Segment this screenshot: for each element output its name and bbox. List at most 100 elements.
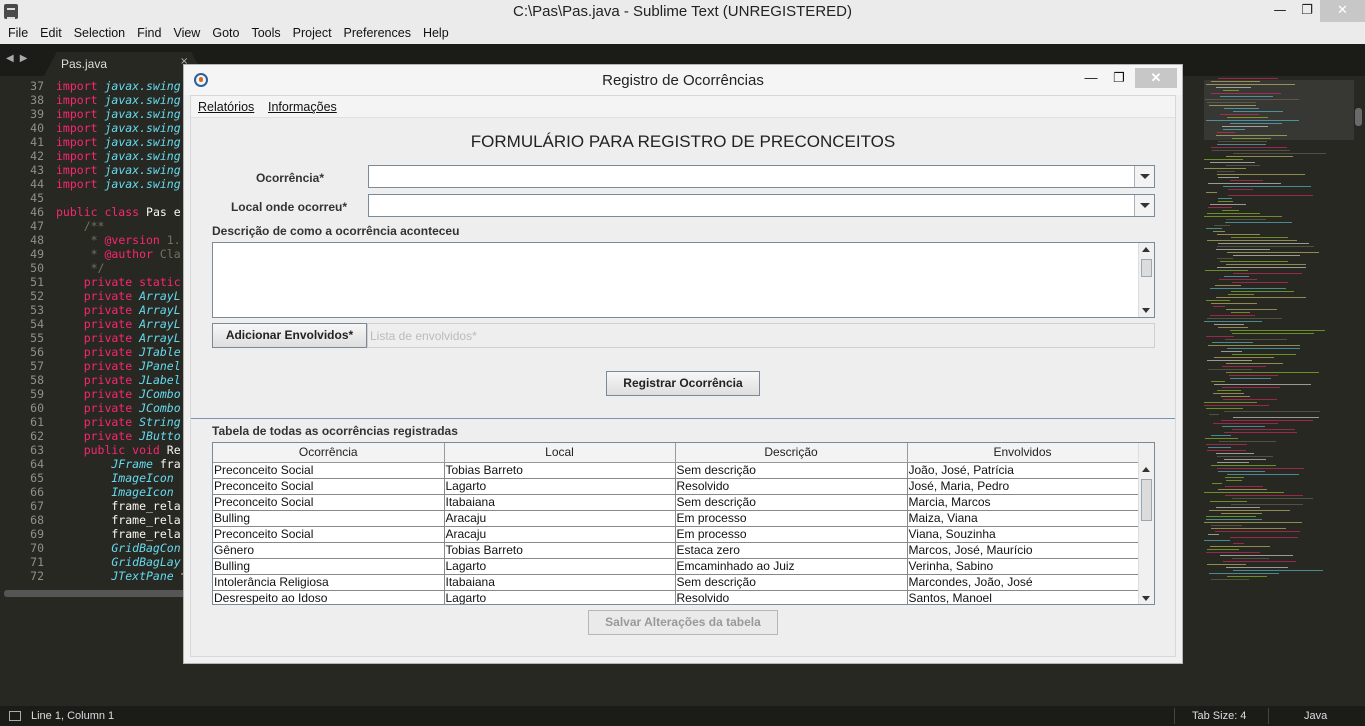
table-cell[interactable]: João, José, Patrícia bbox=[907, 462, 1139, 479]
code-line[interactable]: private ArrayL bbox=[56, 331, 186, 345]
scroll-up-icon[interactable] bbox=[1142, 247, 1150, 252]
tab-size[interactable]: Tab Size: 4 bbox=[1192, 710, 1246, 722]
menu-relatorios[interactable]: Relatórios bbox=[198, 100, 254, 114]
table-cell[interactable]: Preconceito Social bbox=[213, 462, 445, 479]
scroll-up-icon[interactable] bbox=[1142, 467, 1150, 472]
adicionar-envolvidos-button[interactable]: Adicionar Envolvidos* bbox=[212, 323, 367, 348]
menu-find[interactable]: Find bbox=[131, 24, 167, 44]
table-cell[interactable]: Marcos, José, Maurício bbox=[907, 542, 1139, 559]
table-cell[interactable]: Resolvido bbox=[675, 590, 908, 604]
table-row[interactable]: Desrespeito ao Idoso Lagarto Resolvido Sant… bbox=[213, 590, 1139, 604]
table-row[interactable]: Preconceito Social Aracaju Em processo Vian… bbox=[213, 526, 1139, 543]
table-cell[interactable]: Aracaju bbox=[444, 510, 676, 527]
scroll-down-icon[interactable] bbox=[1142, 596, 1150, 601]
code-line[interactable]: JFrame fra bbox=[56, 457, 186, 471]
code-line[interactable]: private JPanel bbox=[56, 359, 186, 373]
descricao-textarea[interactable] bbox=[212, 242, 1155, 318]
table-scrollbar[interactable] bbox=[1138, 443, 1154, 604]
table-cell[interactable]: Preconceito Social bbox=[213, 478, 445, 495]
table-cell[interactable]: Marcondes, João, José bbox=[907, 574, 1139, 591]
table-row[interactable]: Preconceito Social Lagarto Resolvido José, … bbox=[213, 478, 1139, 495]
menu-help[interactable]: Help bbox=[417, 24, 455, 44]
table-cell[interactable]: Sem descrição bbox=[675, 494, 908, 511]
code-line[interactable]: ImageIcon bbox=[56, 485, 186, 499]
table-cell[interactable]: José, Maria, Pedro bbox=[907, 478, 1139, 495]
code-line[interactable]: private static bbox=[56, 275, 186, 289]
dialog-minimize-button[interactable]: — bbox=[1080, 68, 1102, 88]
code-line[interactable]: * @author Cla bbox=[56, 247, 186, 261]
code-line[interactable]: frame_rela bbox=[56, 527, 186, 541]
minimap-viewport[interactable] bbox=[1204, 80, 1354, 140]
table-cell[interactable]: Lagarto bbox=[444, 478, 676, 495]
code-line[interactable]: frame_rela bbox=[56, 513, 186, 527]
table-cell[interactable]: Lagarto bbox=[444, 558, 676, 575]
code-line[interactable]: private JCombo bbox=[56, 401, 186, 415]
column-header-descricao[interactable]: Descrição bbox=[675, 443, 908, 463]
envolvidos-field[interactable]: Lista de envolvidos* bbox=[367, 323, 1155, 348]
ocorrencia-combobox[interactable] bbox=[368, 165, 1155, 188]
column-header-local[interactable]: Local bbox=[444, 443, 676, 463]
table-row[interactable]: Bulling Lagarto Emcaminhado ao Juiz Verinha… bbox=[213, 558, 1139, 575]
code-line[interactable] bbox=[56, 191, 186, 205]
table-cell[interactable]: Marcia, Marcos bbox=[907, 494, 1139, 511]
code-line[interactable]: public void Re bbox=[56, 443, 186, 457]
maximize-button[interactable]: ❐ bbox=[1295, 0, 1319, 22]
code-line[interactable]: public class Pas e bbox=[56, 205, 186, 219]
code-line[interactable]: private ArrayL bbox=[56, 289, 186, 303]
code-line[interactable]: /** bbox=[56, 219, 186, 233]
code-line[interactable]: GridBagCon bbox=[56, 541, 186, 555]
table-cell[interactable]: Preconceito Social bbox=[213, 526, 445, 543]
column-header-envolvidos[interactable]: Envolvidos bbox=[907, 443, 1139, 463]
code-line[interactable]: import javax.swing bbox=[56, 121, 186, 135]
table-cell[interactable]: Emcaminhado ao Juiz bbox=[675, 558, 908, 575]
menu-file[interactable]: File bbox=[2, 24, 34, 44]
menu-informacoes[interactable]: Informações bbox=[268, 100, 337, 114]
table-row[interactable]: Intolerância Religiosa Itabaiana Sem descr… bbox=[213, 574, 1139, 591]
table-row[interactable]: Gênero Tobias Barreto Estaca zero Marcos, J… bbox=[213, 542, 1139, 559]
scroll-thumb[interactable] bbox=[1141, 479, 1152, 521]
menu-preferences[interactable]: Preferences bbox=[338, 24, 417, 44]
table-cell[interactable]: Verinha, Sabino bbox=[907, 558, 1139, 575]
chevron-down-icon[interactable] bbox=[1134, 166, 1154, 187]
table-cell[interactable]: Viana, Souzinha bbox=[907, 526, 1139, 543]
registrar-ocorrencia-button[interactable]: Registrar Ocorrência bbox=[606, 371, 760, 396]
code-line[interactable]: ImageIcon bbox=[56, 471, 186, 485]
panel-toggle-icon[interactable] bbox=[9, 711, 21, 721]
tab-nav-arrows-icon[interactable]: ◀▶ bbox=[6, 53, 33, 64]
chevron-down-icon[interactable] bbox=[1134, 195, 1154, 216]
table-cell[interactable]: Estaca zero bbox=[675, 542, 908, 559]
dialog-close-button[interactable]: ✕ bbox=[1135, 68, 1177, 88]
menu-selection[interactable]: Selection bbox=[68, 24, 131, 44]
scroll-down-icon[interactable] bbox=[1142, 308, 1150, 313]
table-cell[interactable]: Em processo bbox=[675, 526, 908, 543]
table-row[interactable]: Bulling Aracaju Em processo Maiza, Viana bbox=[213, 510, 1139, 527]
menu-goto[interactable]: Goto bbox=[206, 24, 245, 44]
dialog-maximize-button[interactable]: ❐ bbox=[1108, 68, 1130, 88]
local-combobox[interactable] bbox=[368, 194, 1155, 217]
code-line[interactable]: import javax.swing bbox=[56, 177, 186, 191]
code-line[interactable]: private String bbox=[56, 415, 186, 429]
table-cell[interactable]: Sem descrição bbox=[675, 462, 908, 479]
minimize-button[interactable]: — bbox=[1268, 0, 1292, 22]
code-line[interactable]: GridBagLay bbox=[56, 555, 186, 569]
table-cell[interactable]: Intolerância Religiosa bbox=[213, 574, 445, 591]
table-cell[interactable]: Tobias Barreto bbox=[444, 542, 676, 559]
code-line[interactable]: frame_rela bbox=[56, 499, 186, 513]
code-line[interactable]: private JCombo bbox=[56, 387, 186, 401]
table-cell[interactable]: Bulling bbox=[213, 510, 445, 527]
table-cell[interactable]: Maiza, Viana bbox=[907, 510, 1139, 527]
syntax-selector[interactable]: Java bbox=[1304, 710, 1327, 722]
menu-edit[interactable]: Edit bbox=[34, 24, 68, 44]
table-cell[interactable]: Gênero bbox=[213, 542, 445, 559]
table-cell[interactable]: Sem descrição bbox=[675, 574, 908, 591]
table-cell[interactable]: Em processo bbox=[675, 510, 908, 527]
menu-view[interactable]: View bbox=[167, 24, 206, 44]
table-cell[interactable]: Aracaju bbox=[444, 526, 676, 543]
code-line[interactable]: * @version 1. bbox=[56, 233, 186, 247]
code-line[interactable]: private JLabel bbox=[56, 373, 186, 387]
descricao-scrollbar[interactable] bbox=[1138, 243, 1154, 317]
code-line[interactable]: private JButto bbox=[56, 429, 186, 443]
menu-project[interactable]: Project bbox=[287, 24, 338, 44]
code-editor[interactable]: import javax.swing import javax.swing impo… bbox=[56, 79, 186, 587]
code-line[interactable]: import javax.swing bbox=[56, 163, 186, 177]
